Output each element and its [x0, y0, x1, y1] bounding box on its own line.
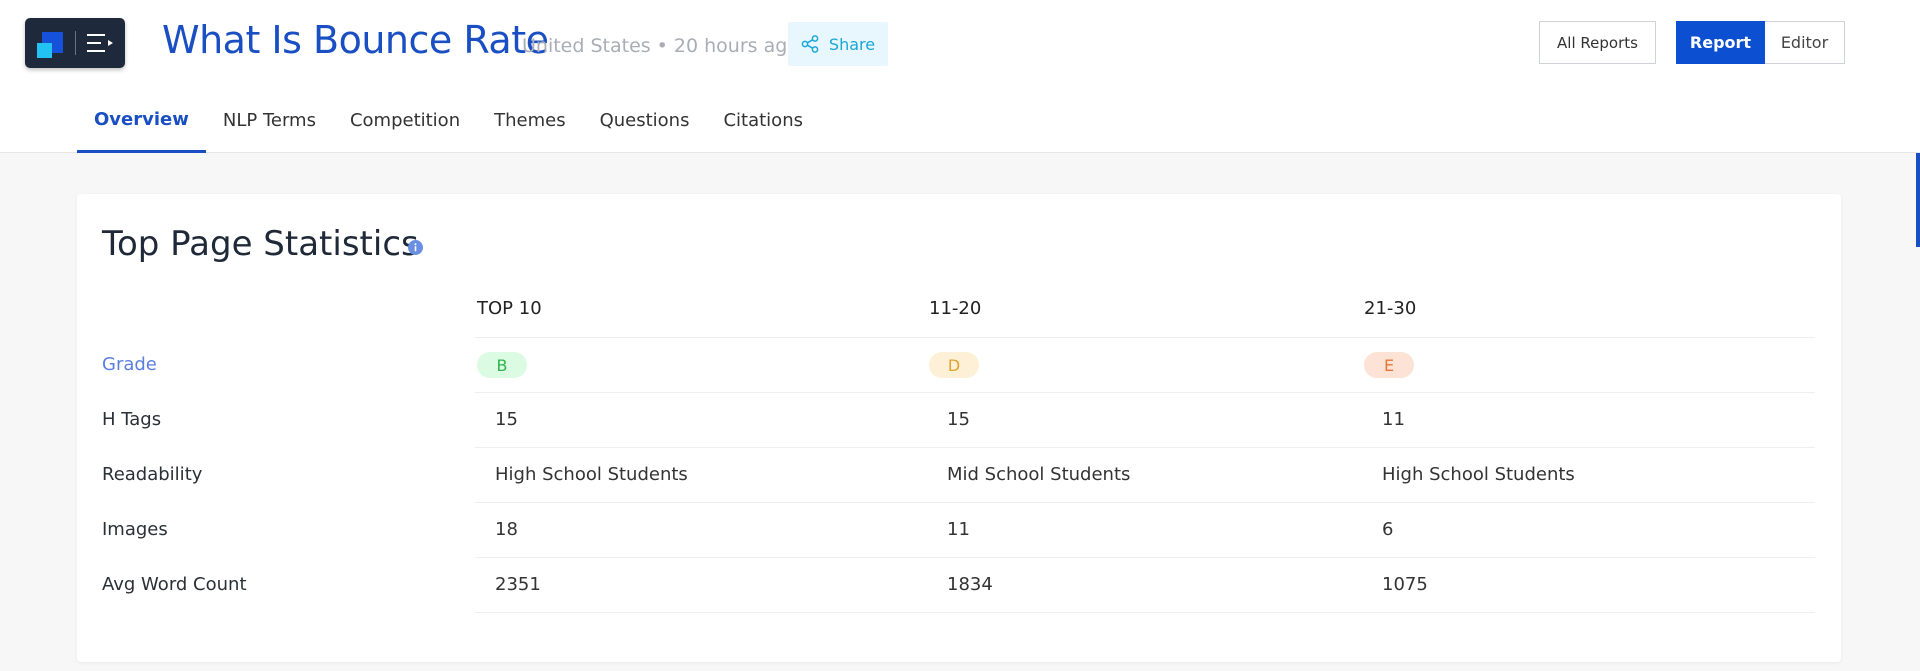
- report-meta: United States • 20 hours ago: [522, 35, 799, 57]
- avg-word-count-top-10: 2351: [495, 574, 541, 595]
- page-title: What Is Bounce Rate: [162, 18, 549, 62]
- meta-separator: •: [656, 35, 668, 57]
- tab-questions[interactable]: Questions: [583, 100, 707, 153]
- column-header-top-10: TOP 10: [477, 298, 542, 319]
- images-top-10: 18: [495, 519, 518, 540]
- scrollbar-thumb[interactable]: [1916, 153, 1920, 247]
- tab-themes[interactable]: Themes: [477, 100, 582, 153]
- row-label-h-tags: H Tags: [102, 409, 162, 430]
- row-label-images: Images: [102, 519, 168, 540]
- images-11-20: 11: [947, 519, 970, 540]
- tab-overview[interactable]: Overview: [77, 100, 206, 153]
- row-label-avg-word-count: Avg Word Count: [102, 574, 247, 595]
- tab-competition[interactable]: Competition: [333, 100, 477, 153]
- all-reports-button[interactable]: All Reports: [1539, 21, 1656, 64]
- report-tabs: Overview NLP Terms Competition Themes Qu…: [77, 100, 820, 153]
- info-icon[interactable]: [408, 240, 423, 255]
- readability-11-20: Mid School Students: [947, 464, 1131, 485]
- app-menu-button[interactable]: [25, 18, 125, 68]
- grade-badge-11-20: D: [929, 352, 979, 378]
- h-tags-top-10: 15: [495, 409, 518, 430]
- share-button[interactable]: Share: [788, 22, 888, 66]
- row-divider: [475, 557, 1815, 558]
- report-updated: 20 hours ago: [673, 35, 799, 57]
- images-21-30: 6: [1382, 519, 1394, 540]
- avg-word-count-21-30: 1075: [1382, 574, 1428, 595]
- grade-badge-21-30: E: [1364, 352, 1414, 378]
- share-icon: [801, 35, 819, 53]
- report-location: United States: [522, 35, 651, 57]
- grade-badge-top-10: B: [477, 352, 527, 378]
- share-label: Share: [828, 34, 876, 54]
- card-title: Top Page Statistics: [102, 224, 419, 264]
- row-divider: [475, 447, 1815, 448]
- editor-view-button[interactable]: Editor: [1765, 21, 1845, 64]
- column-header-11-20: 11-20: [929, 298, 982, 319]
- tab-citations[interactable]: Citations: [706, 100, 820, 153]
- row-divider: [475, 502, 1815, 503]
- row-divider: [475, 612, 1815, 613]
- app-logo-icon: [37, 32, 63, 58]
- menu-collapse-icon: [87, 34, 113, 52]
- h-tags-11-20: 15: [947, 409, 970, 430]
- logo-divider: [75, 31, 76, 55]
- report-view-button[interactable]: Report: [1676, 21, 1765, 64]
- view-toggle: Report Editor: [1676, 21, 1845, 64]
- grade-label[interactable]: Grade: [102, 354, 157, 375]
- readability-top-10: High School Students: [495, 464, 688, 485]
- h-tags-21-30: 11: [1382, 409, 1405, 430]
- top-page-statistics-card: Top Page Statistics TOP 10 11-20 21-30 G…: [77, 194, 1841, 662]
- column-header-21-30: 21-30: [1364, 298, 1417, 319]
- avg-word-count-11-20: 1834: [947, 574, 993, 595]
- readability-21-30: High School Students: [1382, 464, 1575, 485]
- row-divider: [475, 392, 1815, 393]
- row-divider: [475, 337, 1815, 338]
- row-label-readability: Readability: [102, 464, 203, 485]
- tab-nlp-terms[interactable]: NLP Terms: [206, 100, 333, 153]
- top-header: What Is Bounce Rate United States • 20 hou…: [0, 0, 1920, 153]
